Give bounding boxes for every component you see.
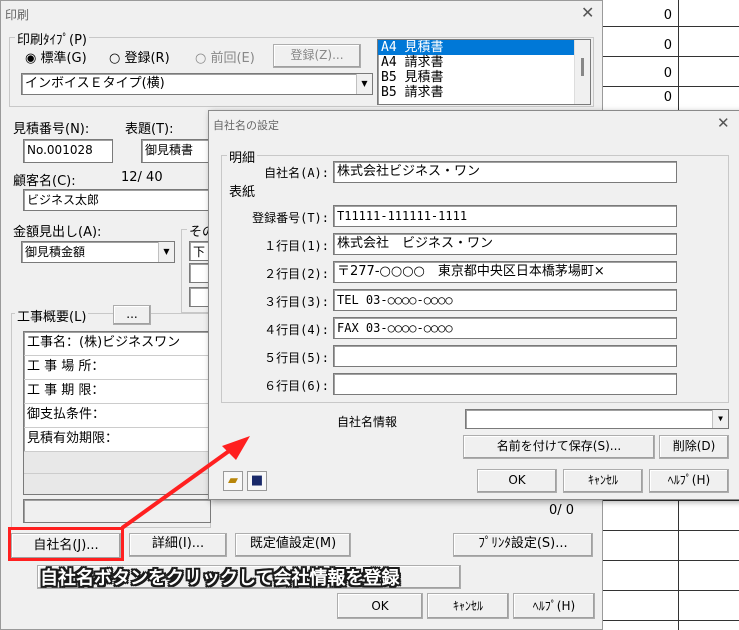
annotation-arrow [120,436,250,530]
arrow-head [222,436,250,460]
annotation-caption: 自社名ボタンをクリックして会社情報を登録 [40,568,400,589]
arrow-line [120,444,238,530]
